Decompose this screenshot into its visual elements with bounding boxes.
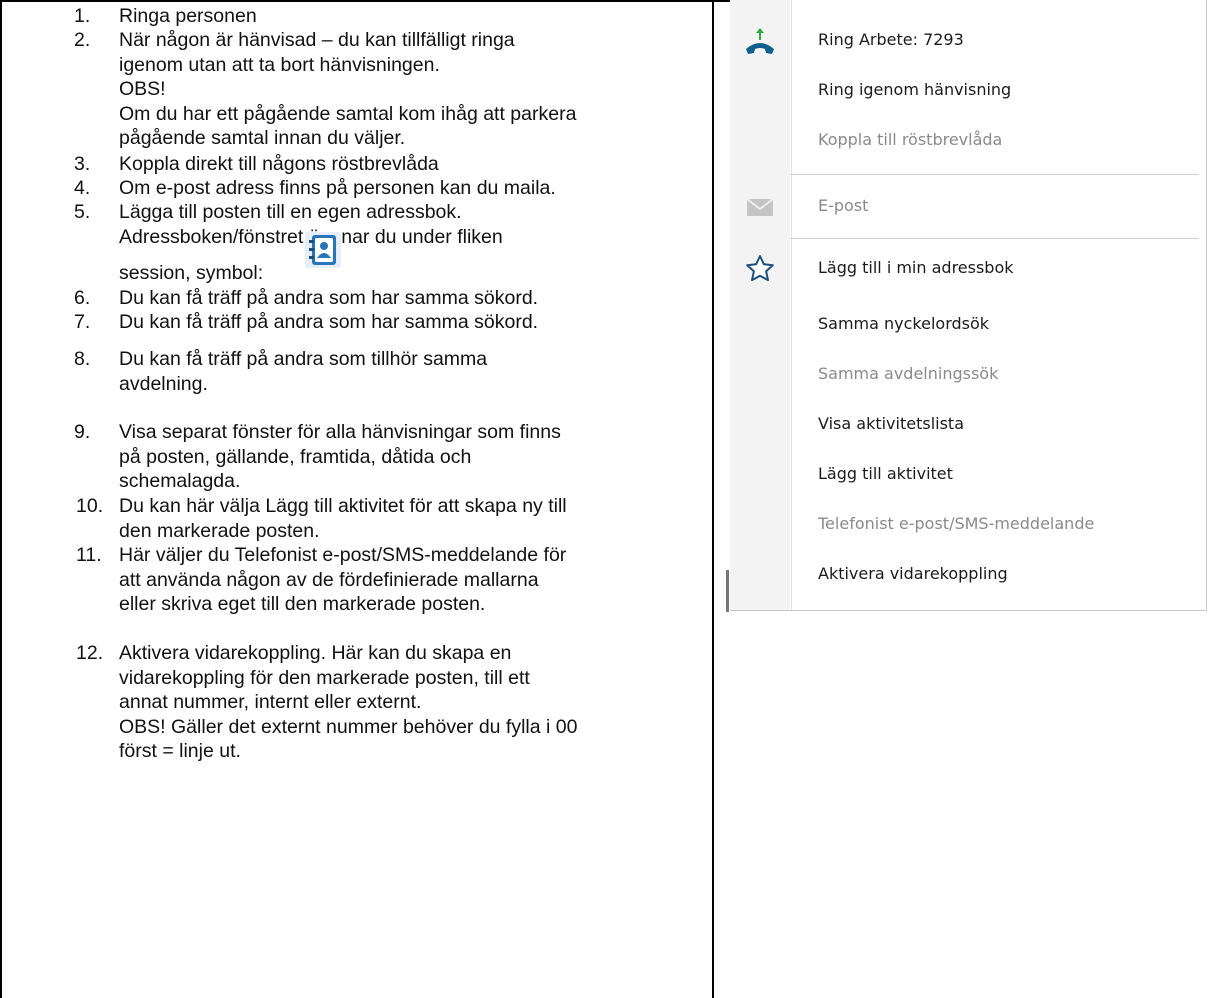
menu-item-visa-aktivitetslista[interactable]: Visa aktivitetslista <box>730 406 1206 442</box>
menu-item-label: Ring Arbete: 7293 <box>818 30 964 49</box>
menu-item-lägg-till-i-min-adressbok[interactable]: Lägg till i min adressbok <box>730 250 1206 286</box>
list-item-text: Du kan få träff på andra som har samma s… <box>119 310 719 335</box>
text-line: Om du har ett pågående samtal kom ihåg a… <box>119 102 577 125</box>
list-item-number: 1. <box>74 5 91 27</box>
menu-item-label: Visa aktivitetslista <box>818 414 964 433</box>
menu-item-label: Telefonist e-post/SMS-meddelande <box>818 514 1095 533</box>
text-line: schemalagda. <box>119 470 241 492</box>
text-line: först = linje ut. <box>119 740 241 762</box>
text-line: När någon är hänvisad – du kan tillfälli… <box>119 29 515 51</box>
list-item-number: 2. <box>74 29 91 51</box>
list-item-number: 10. <box>76 495 104 517</box>
menu-item-lägg-till-aktivitet[interactable]: Lägg till aktivitet <box>730 456 1206 492</box>
menu-item-telefonist-e-post-sms-meddelande[interactable]: Telefonist e-post/SMS-meddelande <box>730 506 1206 542</box>
list-item-text: Här väljer du Telefonist e-post/SMS-medd… <box>119 543 719 617</box>
menu-item-koppla-till-röstbrevlåda[interactable]: Koppla till röstbrevlåda <box>730 122 1206 158</box>
text-line: Lägga till posten till en egen adressbok… <box>119 201 462 223</box>
table-border-left <box>0 0 2 998</box>
list-item-number: 5. <box>74 201 91 223</box>
list-item-number: 12. <box>76 642 104 664</box>
phone-call-icon <box>746 28 774 54</box>
table-border-top <box>0 0 730 2</box>
text-line: OBS! Gäller det externt nummer behöver d… <box>119 715 578 738</box>
list-item-text: Du kan få träff på andra som har samma s… <box>119 286 719 311</box>
text-line: pågående samtal innan du väljer. <box>119 127 406 149</box>
menu-item-label: Aktivera vidarekoppling <box>818 564 1008 583</box>
list-item-number: 7. <box>74 311 91 333</box>
text-line: Du kan här välja Lägg till aktivitet för… <box>119 495 567 517</box>
list-item-number: 11. <box>76 544 102 566</box>
menu-item-label: Samma avdelningssök <box>818 364 999 383</box>
window-edge-fragment <box>726 570 729 612</box>
text-line: att använda någon av de fördefinierade m… <box>119 568 539 591</box>
text-line: Adressboken/fönstret öppnar du under fli… <box>119 225 503 248</box>
list-item-text: Lägga till posten till en egen adressbok… <box>119 200 719 286</box>
menu-item-ring-arbete-7293[interactable]: Ring Arbete: 7293 <box>730 22 1206 58</box>
text-line: Du kan få träff på andra som har samma s… <box>119 287 539 309</box>
text-line: Aktivera vidarekoppling. Här kan du skap… <box>119 642 512 664</box>
list-item-number: 4. <box>74 177 91 199</box>
list-item-text: Ringa personen <box>119 4 719 29</box>
menu-item-ring-igenom-hänvisning[interactable]: Ring igenom hänvisning <box>730 72 1206 108</box>
text-line: Du kan få träff på andra som har samma s… <box>119 311 539 333</box>
list-item-text: Du kan få träff på andra som tillhör sam… <box>119 347 719 396</box>
envelope-icon <box>746 198 774 216</box>
text-line-with-icon: session, symbol: <box>119 232 719 286</box>
list-item-text: När någon är hänvisad – du kan tillfälli… <box>119 28 719 151</box>
menu-item-e-post[interactable]: E-post <box>730 188 1206 224</box>
menu-item-label: Samma nyckelordsök <box>818 314 990 333</box>
text-line: Visa separat fönster för alla hänvisning… <box>119 421 561 443</box>
list-item-number: 6. <box>74 287 91 309</box>
context-menu: Ring Arbete: 7293 Ring igenom hänvisning K… <box>730 0 1207 611</box>
list-item-number: 8. <box>74 348 91 370</box>
text-line: Koppla direkt till någons röstbrevlåda <box>119 153 439 175</box>
list-item-text: Visa separat fönster för alla hänvisning… <box>119 420 719 494</box>
menu-item-aktivera-vidarekoppling[interactable]: Aktivera vidarekoppling <box>730 556 1206 592</box>
menu-item-label: Lägg till aktivitet <box>818 464 953 483</box>
text-line: session, symbol: <box>119 262 264 284</box>
address-book-icon <box>305 232 341 268</box>
text-line: igenom utan att ta bort hänvisningen. <box>119 53 440 76</box>
text-line: avdelning. <box>119 372 208 395</box>
list-item-text: Koppla direkt till någons röstbrevlåda <box>119 152 719 177</box>
menu-item-samma-avdelningssök[interactable]: Samma avdelningssök <box>730 356 1206 392</box>
menu-item-label: E-post <box>818 196 869 215</box>
menu-item-samma-nyckelordsök[interactable]: Samma nyckelordsök <box>730 306 1206 342</box>
menu-item-label: Ring igenom hänvisning <box>818 80 1012 99</box>
menu-separator <box>790 174 1199 175</box>
text-line: eller skriva eget till den markerade pos… <box>119 593 486 615</box>
list-item-text: Om e-post adress finns på personen kan d… <box>119 176 719 201</box>
text-line: på posten, gällande, framtida, dåtida oc… <box>119 445 472 468</box>
text-line: Ringa personen <box>119 5 257 27</box>
text-line: Du kan få träff på andra som tillhör sam… <box>119 348 488 370</box>
list-item-text: Aktivera vidarekoppling. Här kan du skap… <box>119 641 719 764</box>
list-item-number: 9. <box>74 421 91 443</box>
text-line: Här väljer du Telefonist e-post/SMS-medd… <box>119 544 567 566</box>
list-item-number: 3. <box>74 153 91 175</box>
star-icon <box>746 255 774 282</box>
text-line: Om e-post adress finns på personen kan d… <box>119 177 556 199</box>
menu-item-label: Lägg till i min adressbok <box>818 258 1014 277</box>
text-line: den markerade posten. <box>119 519 320 542</box>
text-line: vidarekoppling för den markerade posten,… <box>119 666 530 689</box>
menu-item-label: Koppla till röstbrevlåda <box>818 130 1003 149</box>
text-line: OBS! <box>119 78 166 100</box>
list-item-text: Du kan här välja Lägg till aktivitet för… <box>119 494 719 543</box>
text-line: annat nummer, internt eller externt. <box>119 691 422 713</box>
menu-separator <box>790 238 1199 239</box>
